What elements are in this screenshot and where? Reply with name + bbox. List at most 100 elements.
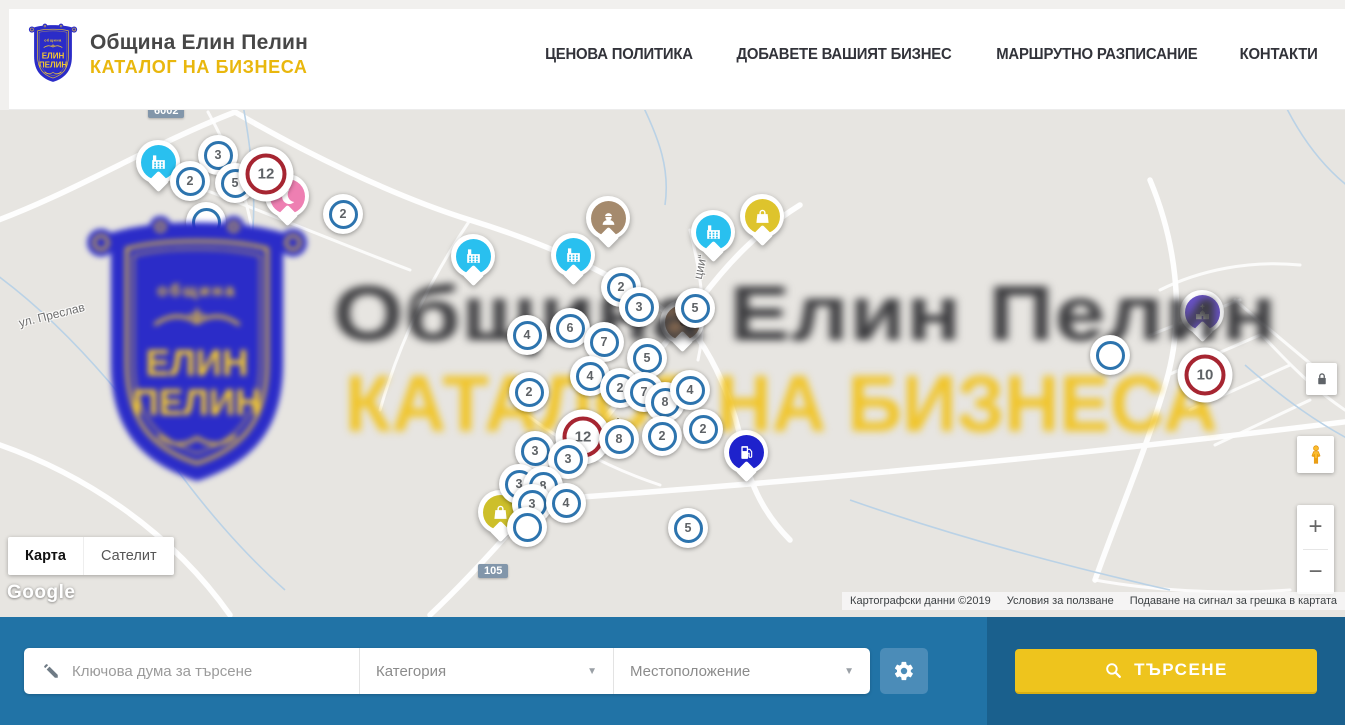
- cluster-marker[interactable]: [507, 507, 547, 547]
- chevron-down-icon: ▼: [587, 666, 597, 677]
- cluster-ring: 5: [633, 344, 662, 373]
- category-select[interactable]: Категория ▼: [360, 648, 614, 694]
- main-nav: ЦЕНОВА ПОЛИТИКА ДОБАВЕТЕ ВАШИЯТ БИЗНЕС МАР…: [542, 0, 1319, 110]
- cluster-count: 8: [662, 395, 669, 409]
- cluster-count: 10: [1197, 367, 1214, 384]
- cluster-count: 4: [563, 496, 570, 510]
- map-type-control: Карта Сателит: [8, 537, 174, 575]
- cluster-marker[interactable]: 8: [599, 419, 639, 459]
- cluster-count: 4: [587, 369, 594, 383]
- cluster-marker[interactable]: 2: [170, 161, 210, 201]
- zoom-in-button[interactable]: +: [1297, 505, 1334, 549]
- cluster-ring: 2: [329, 200, 358, 229]
- cluster-ring: 5: [674, 514, 703, 543]
- cluster-count: 3: [565, 452, 572, 466]
- cluster-ring: 2: [176, 167, 205, 196]
- gear-icon: [893, 660, 915, 682]
- cluster-ring: 2: [648, 422, 677, 451]
- cluster-marker[interactable]: 2: [683, 409, 723, 449]
- cluster-marker[interactable]: 4: [670, 370, 710, 410]
- nav-item-bus-schedule[interactable]: МАРШРУТНО РАЗПИСАНИЕ: [996, 46, 1197, 64]
- cluster-ring: 2: [515, 378, 544, 407]
- cluster-marker[interactable]: 5: [675, 288, 715, 328]
- cluster-ring: 7: [590, 328, 619, 357]
- cluster-marker[interactable]: 2: [509, 372, 549, 412]
- cluster-marker[interactable]: 12: [239, 147, 294, 202]
- cluster-ring: 3: [625, 293, 654, 322]
- cluster-count: 3: [532, 444, 539, 458]
- chevron-down-icon: ▼: [844, 666, 854, 677]
- location-select-value: Местоположение: [630, 663, 750, 680]
- cluster-count: 12: [258, 166, 275, 183]
- category-select-value: Категория: [376, 663, 446, 680]
- site-title-block: Община Елин Пелин КАТАЛОГ НА БИЗНЕСА: [90, 31, 308, 78]
- cluster-count: 2: [340, 207, 347, 221]
- cluster-marker[interactable]: 5: [668, 508, 708, 548]
- cluster-ring: 3: [554, 445, 583, 474]
- search-fields-area: Категория ▼ Местоположение ▼: [0, 617, 987, 725]
- cluster-count: 5: [685, 521, 692, 535]
- lock-icon: [1313, 370, 1331, 388]
- cluster-marker[interactable]: 10: [1178, 348, 1233, 403]
- cluster-ring: 6: [556, 314, 585, 343]
- cluster-ring: 8: [605, 425, 634, 454]
- keyword-input[interactable]: [72, 663, 345, 680]
- cluster-ring: [513, 513, 542, 542]
- cluster-marker[interactable]: [1090, 335, 1130, 375]
- map-type-map-button[interactable]: Карта: [8, 537, 83, 575]
- cluster-count: 2: [700, 422, 707, 436]
- site-subtitle: КАТАЛОГ НА БИЗНЕСА: [90, 57, 308, 78]
- keyword-field: [24, 648, 360, 694]
- municipality-crest-icon: [28, 23, 78, 85]
- cluster-marker[interactable]: 2: [642, 416, 682, 456]
- cluster-count: 8: [616, 432, 623, 446]
- cluster-marker[interactable]: 2: [323, 194, 363, 234]
- attribution-terms-link[interactable]: Условия за ползване: [1007, 595, 1114, 607]
- search-button[interactable]: ТЪРСЕНЕ: [1015, 649, 1317, 694]
- attribution-copyright: Картографски данни ©2019: [850, 595, 991, 607]
- search-submit-area: ТЪРСЕНЕ: [987, 617, 1345, 725]
- search-icon: [1104, 661, 1123, 680]
- cluster-marker[interactable]: 4: [546, 483, 586, 523]
- nav-item-pricing[interactable]: ЦЕНОВА ПОЛИТИКА: [545, 46, 693, 64]
- map-attribution: Картографски данни ©2019 Условия за полз…: [842, 592, 1345, 610]
- cluster-count: 3: [636, 300, 643, 314]
- cluster-ring: 4: [676, 376, 705, 405]
- cluster-marker[interactable]: 3: [619, 287, 659, 327]
- cluster-count: 4: [524, 328, 531, 342]
- street-view-pegman-button[interactable]: [1297, 436, 1334, 473]
- cluster-ring: 4: [552, 489, 581, 518]
- nav-item-add-business[interactable]: ДОБАВЕТЕ ВАШИЯТ БИЗНЕС: [736, 46, 951, 64]
- cluster-count: 3: [215, 148, 222, 162]
- location-select[interactable]: Местоположение ▼: [614, 648, 870, 694]
- page-left-margin: [0, 0, 9, 110]
- map-type-satellite-button[interactable]: Сателит: [83, 537, 174, 575]
- cluster-count: 7: [601, 335, 608, 349]
- cluster-count: 5: [692, 301, 699, 315]
- cluster-ring: 12: [246, 154, 287, 195]
- nav-item-contacts[interactable]: КОНТАКТИ: [1239, 46, 1317, 64]
- attribution-report-error-link[interactable]: Подаване на сигнал за грешка в картата: [1130, 595, 1337, 607]
- header: Община Елин Пелин КАТАЛОГ НА БИЗНЕСА ЦЕН…: [0, 0, 1345, 110]
- advanced-search-button[interactable]: [880, 648, 928, 694]
- cluster-count: 5: [232, 176, 239, 190]
- zoom-control: + −: [1297, 505, 1334, 594]
- cluster-ring: [1096, 341, 1125, 370]
- cluster-marker[interactable]: 4: [507, 315, 547, 355]
- site-logo[interactable]: Община Елин Пелин КАТАЛОГ НА БИЗНЕСА: [28, 23, 308, 85]
- cluster-count: 2: [659, 429, 666, 443]
- cluster-ring: 10: [1185, 355, 1226, 396]
- pegman-icon: [1305, 444, 1327, 466]
- cluster-ring: 4: [513, 321, 542, 350]
- cluster-count: 2: [526, 385, 533, 399]
- cluster-ring: 3: [521, 437, 550, 466]
- zoom-out-button[interactable]: −: [1297, 550, 1334, 594]
- cluster-count: 2: [617, 381, 624, 395]
- search-pill: Категория ▼ Местоположение ▼: [24, 648, 870, 694]
- fullscreen-lock-button[interactable]: [1306, 363, 1337, 395]
- google-logo[interactable]: Google: [7, 582, 75, 604]
- cluster-count: 4: [687, 383, 694, 397]
- page: Община Елин Пелин КАТАЛОГ НА БИЗНЕСА ЦЕН…: [0, 0, 1345, 725]
- cluster-count: 2: [618, 280, 625, 294]
- map-canvas[interactable]: ул. Преславбул. „Новоселции“ 6002105 Общ…: [0, 110, 1345, 617]
